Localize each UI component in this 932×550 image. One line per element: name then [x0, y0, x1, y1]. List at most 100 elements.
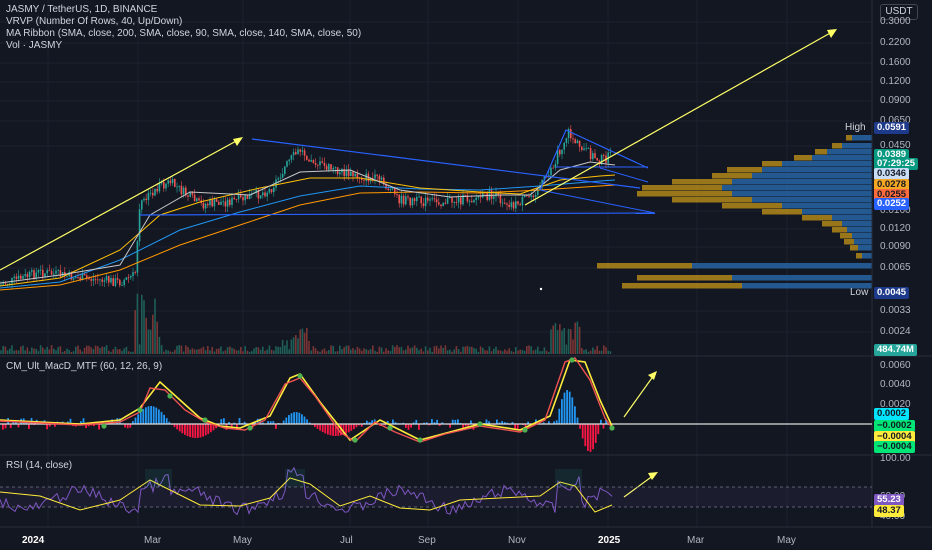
candle-body [394, 187, 396, 195]
volume-bar [94, 345, 97, 354]
candle-body [211, 199, 213, 207]
volume-profile [597, 135, 872, 289]
volume-bar [541, 351, 543, 354]
volume-bar [572, 339, 574, 354]
macd-cross-dots [101, 357, 615, 443]
time-axis-label: Sep [418, 535, 436, 546]
price-extreme-label: Low [850, 287, 869, 298]
volume-bar [378, 346, 381, 354]
candle-body [473, 200, 475, 203]
candle-body [317, 164, 319, 166]
macd-legend[interactable]: CM_Ult_MacD_MTF (60, 12, 26, 9) [6, 361, 162, 373]
macd-histogram-bar [220, 419, 223, 424]
candle-body [242, 197, 244, 201]
candle-body [72, 278, 75, 280]
macd-histogram-bar [204, 424, 207, 436]
volume-bar [363, 348, 365, 354]
volume-bar [512, 351, 515, 354]
vrvp-legend[interactable]: VRVP (Number Of Rows, 40, Up/Down) [6, 16, 361, 28]
rsi-legend[interactable]: RSI (14, close) [6, 460, 72, 472]
candle-body [112, 278, 114, 286]
volume-bar [11, 345, 13, 354]
macd-histogram-bar [579, 424, 581, 429]
volume-bar [189, 349, 191, 354]
vrvp-down-row [722, 203, 782, 209]
volume-bar [552, 325, 554, 354]
candle-body [37, 270, 40, 273]
candle-body [284, 166, 286, 174]
candle-body [563, 142, 565, 150]
macd-histogram-bar [592, 424, 594, 450]
volume-bar [50, 345, 53, 354]
vol-legend[interactable]: Vol · JASMY [6, 40, 361, 52]
volume-bar [455, 346, 458, 354]
volume-bar [0, 350, 2, 354]
macd-legend-label[interactable]: CM_Ult_MacD_MTF (60, 12, 26, 9) [6, 361, 162, 373]
price-candles[interactable] [0, 125, 612, 290]
volume-bar [319, 351, 321, 354]
volume-bar [350, 349, 352, 354]
ma-ribbon-legend[interactable]: MA Ribbon (SMA, close, 200, SMA, close, … [6, 28, 361, 40]
volume-bar [160, 345, 163, 354]
candle-body [570, 128, 572, 139]
volume-bar [545, 350, 548, 354]
volume-bar [347, 345, 350, 354]
candle-body [2, 283, 4, 285]
candle-body [20, 275, 22, 279]
price-axis-label: 0.0024 [880, 326, 911, 337]
volume-bar [266, 349, 268, 354]
volume-bar [442, 347, 444, 354]
volume-bar [405, 349, 407, 354]
candle-body [550, 167, 552, 176]
rsi-legend-label[interactable]: RSI (14, close) [6, 460, 72, 472]
rsi-value-tag: 48.37 [874, 505, 904, 517]
macd-histogram-bar [137, 414, 139, 424]
macd-cross-dot [387, 425, 393, 431]
macd-cross-dot [101, 423, 107, 429]
volume-bar [288, 349, 290, 354]
candle-body [24, 274, 26, 277]
symbol-title[interactable]: JASMY / TetherUS, 1D, BINANCE [6, 4, 361, 16]
macd-histogram-bar [415, 419, 418, 424]
pennant-base [599, 167, 649, 183]
volume-bar [35, 348, 37, 354]
volume-bar [13, 350, 15, 354]
candle-body [152, 192, 154, 196]
volume-bar [240, 346, 242, 354]
candle-body [378, 175, 381, 180]
candle-body [295, 152, 297, 155]
candle-body [389, 189, 392, 190]
macd-histogram-bar [431, 419, 433, 424]
candle-body [354, 173, 356, 177]
volume-bar [589, 350, 592, 354]
volume-bar [9, 348, 11, 354]
candle-body [451, 197, 453, 203]
chart-canvas[interactable] [0, 0, 932, 550]
macd-histogram [2, 390, 613, 452]
volume-bar [33, 348, 35, 354]
macd-histogram-bar [392, 419, 394, 424]
volume-bar [90, 347, 92, 354]
candle-body [180, 185, 183, 195]
macd-histogram-bar [197, 424, 199, 438]
volume-bar [24, 350, 26, 354]
volume-bar [242, 351, 244, 354]
candle-body [554, 163, 557, 168]
candle-body [572, 138, 574, 140]
vrvp-up-row [847, 227, 872, 233]
macd-histogram-bar [319, 424, 321, 431]
candle-body [209, 199, 211, 206]
volume-bar [499, 350, 502, 354]
candle-body [83, 274, 86, 276]
candle-body [319, 161, 321, 166]
volume-bar [169, 351, 172, 354]
volume-bar [336, 351, 339, 354]
volume-bar [570, 329, 572, 354]
macd-histogram-bar [303, 416, 306, 424]
macd-histogram-bar [152, 406, 155, 424]
macd-histogram-bar [160, 411, 163, 424]
candle-body [123, 279, 125, 286]
volume-bar [457, 349, 460, 354]
volume-bar [270, 349, 273, 354]
main-legend[interactable]: JASMY / TetherUS, 1D, BINANCE VRVP (Numb… [6, 4, 361, 52]
